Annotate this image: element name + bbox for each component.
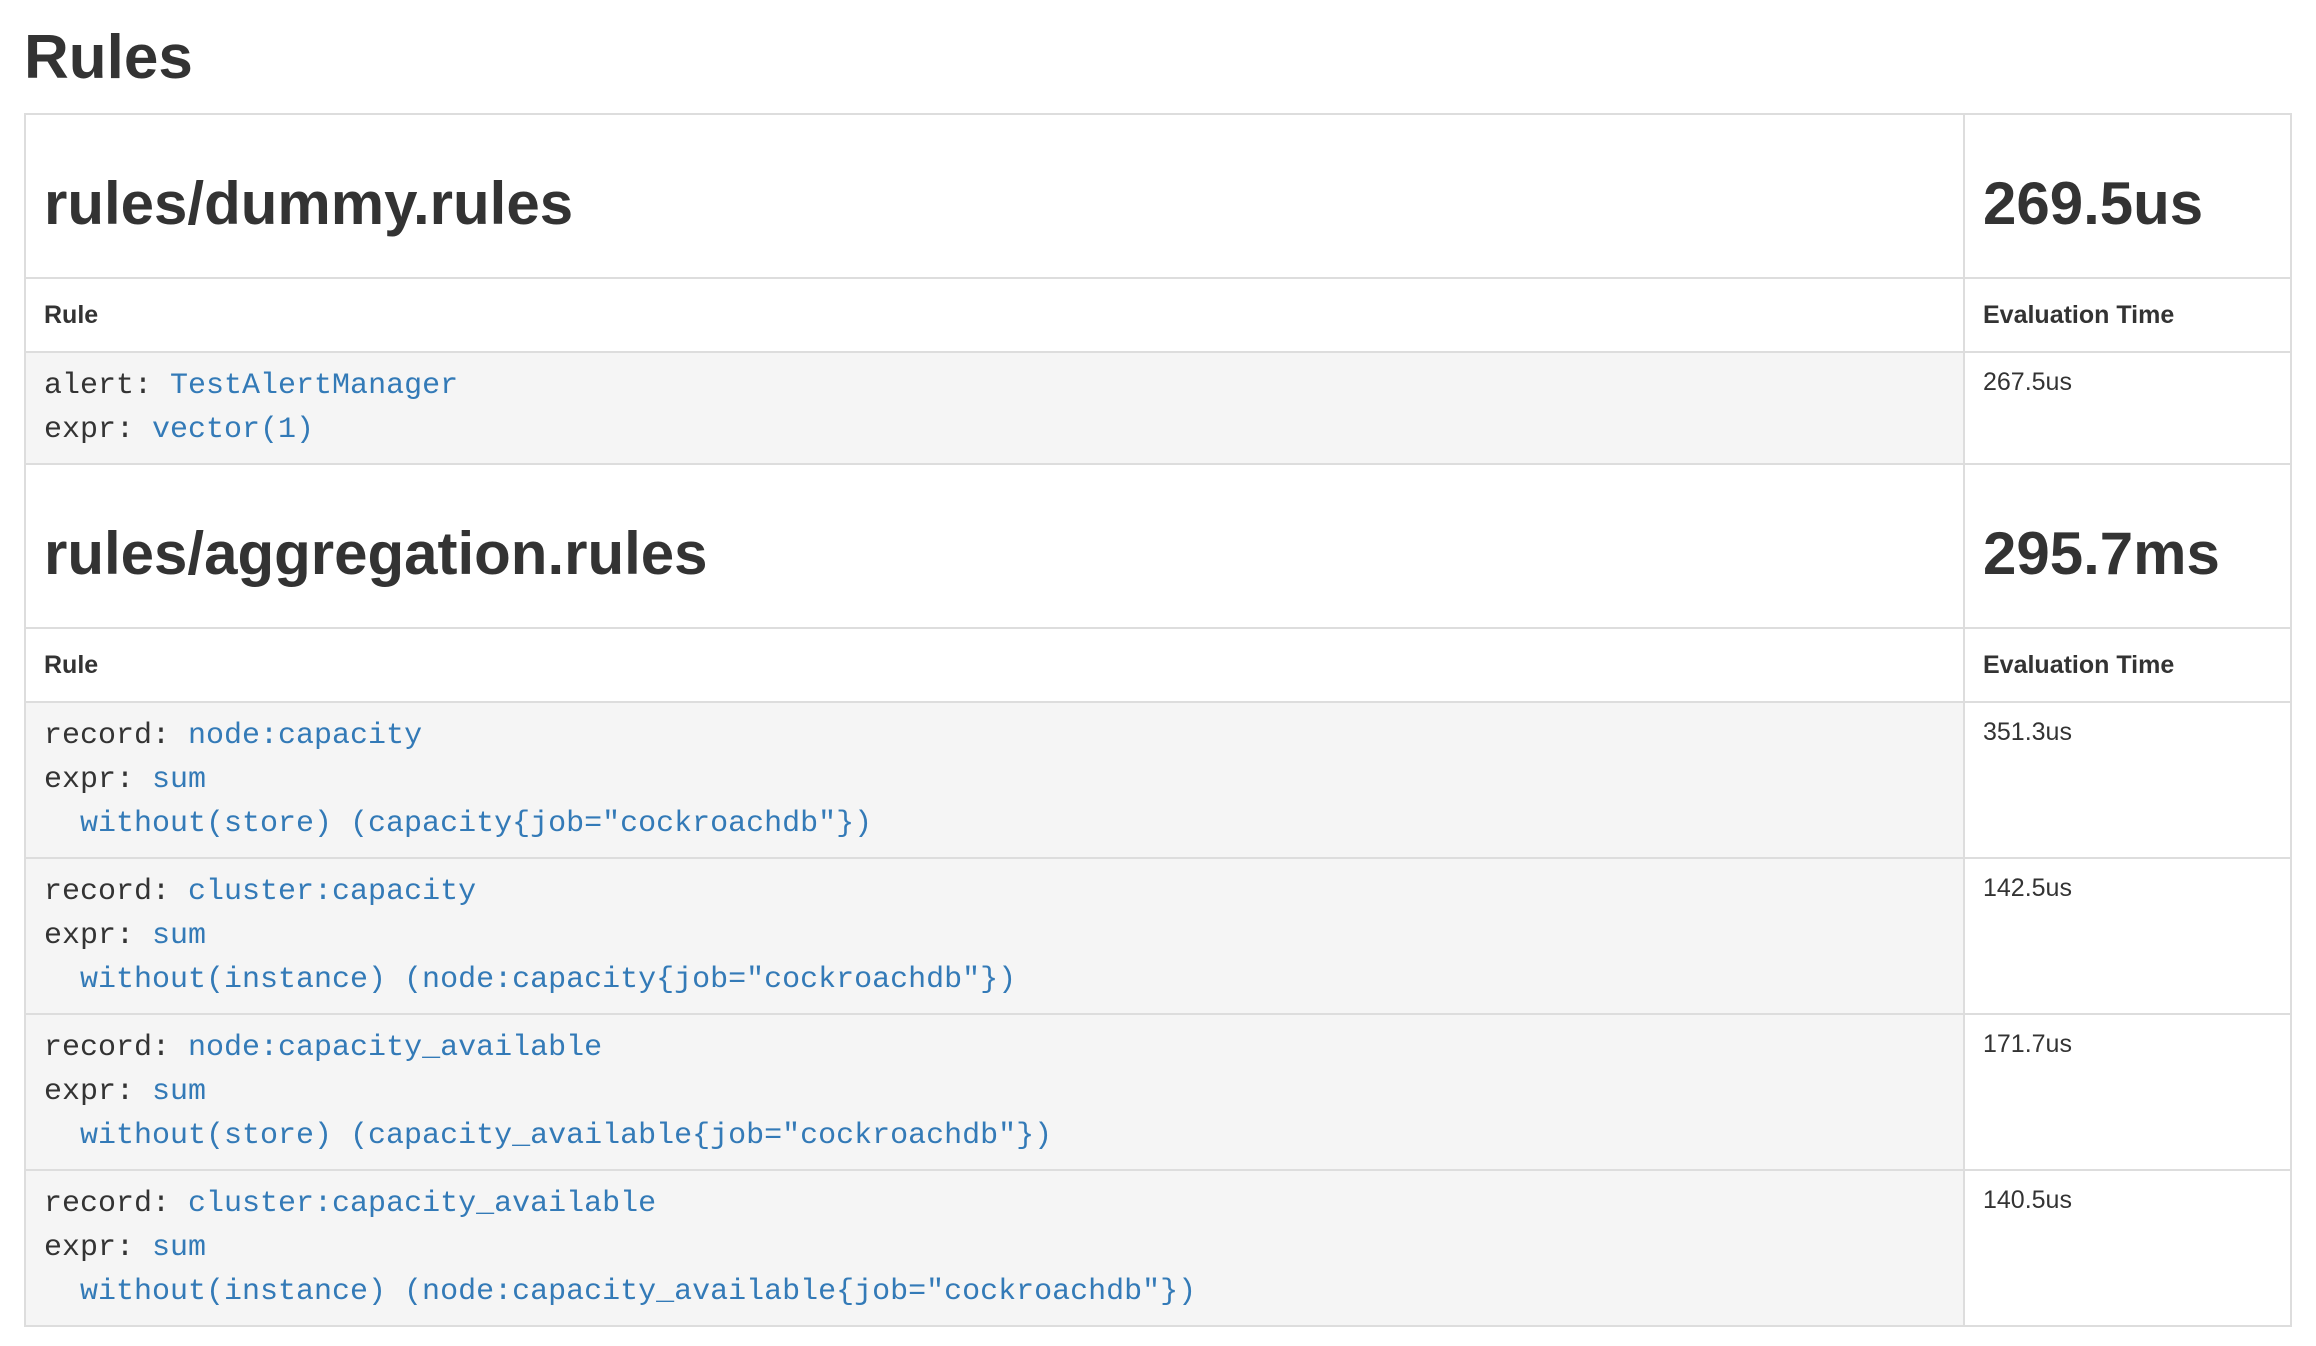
rule-row: record: cluster:capacity_available expr:…	[25, 1170, 2291, 1326]
group-eval-time-cell: 269.5us	[1964, 114, 2291, 278]
rules-table: rules/dummy.rules269.5usRuleEvaluation T…	[24, 113, 2292, 1327]
group-file-title: rules/aggregation.rules	[44, 521, 1945, 587]
group-eval-time-cell: 295.7ms	[1964, 464, 2291, 628]
rule-link[interactable]: node:capacity	[188, 719, 422, 753]
rule-cell: alert: TestAlertManager expr: vector(1)	[25, 352, 1964, 464]
page-title: Rules	[24, 24, 2292, 92]
col-header-rule: Rule	[25, 628, 1964, 702]
rule-eval-time-cell: 171.7us	[1964, 1014, 2291, 1170]
rule-code: alert: TestAlertManager expr: vector(1)	[26, 353, 1963, 463]
rule-code: record: cluster:capacity expr: sum witho…	[26, 859, 1963, 1013]
rule-link[interactable]: vector(1)	[152, 413, 314, 447]
rule-keyword: expr:	[44, 1231, 152, 1265]
rule-row: record: node:capacity_available expr: su…	[25, 1014, 2291, 1170]
group-eval-time: 269.5us	[1983, 171, 2272, 237]
rule-cell: record: cluster:capacity expr: sum witho…	[25, 858, 1964, 1014]
rule-link[interactable]: sum without(store) (capacity{job="cockro…	[44, 763, 872, 841]
rule-code: record: cluster:capacity_available expr:…	[26, 1171, 1963, 1325]
rule-keyword: expr:	[44, 413, 152, 447]
rules-table-wrap: rules/dummy.rules269.5usRuleEvaluation T…	[24, 113, 2292, 1327]
rule-code: record: node:capacity_available expr: su…	[26, 1015, 1963, 1169]
group-header-row: rules/dummy.rules 269.5us	[25, 114, 2291, 278]
group-eval-time: 295.7ms	[1983, 521, 2272, 587]
rule-link[interactable]: cluster:capacity	[188, 875, 476, 909]
rule-cell: record: node:capacity expr: sum without(…	[25, 702, 1964, 858]
rule-keyword: record:	[44, 719, 188, 753]
rule-link[interactable]: sum without(instance) (node:capacity_ava…	[44, 1231, 1196, 1309]
col-header-evaluation-time: Evaluation Time	[1964, 278, 2291, 352]
rule-cell: record: cluster:capacity_available expr:…	[25, 1170, 1964, 1326]
col-header-rule: Rule	[25, 278, 1964, 352]
rule-cell: record: node:capacity_available expr: su…	[25, 1014, 1964, 1170]
rule-eval-time-cell: 142.5us	[1964, 858, 2291, 1014]
col-header-evaluation-time: Evaluation Time	[1964, 628, 2291, 702]
rule-eval-time-cell: 140.5us	[1964, 1170, 2291, 1326]
rule-link[interactable]: node:capacity_available	[188, 1031, 602, 1065]
group-file-cell: rules/dummy.rules	[25, 114, 1964, 278]
rule-link[interactable]: sum without(store) (capacity_available{j…	[44, 1075, 1052, 1153]
rule-row: record: node:capacity expr: sum without(…	[25, 702, 2291, 858]
column-header-row: RuleEvaluation Time	[25, 628, 2291, 702]
rule-keyword: record:	[44, 875, 188, 909]
rule-keyword: record:	[44, 1031, 188, 1065]
rules-table-body: rules/dummy.rules269.5usRuleEvaluation T…	[25, 114, 2291, 1326]
rule-eval-time-cell: 351.3us	[1964, 702, 2291, 858]
rule-keyword: alert:	[44, 369, 170, 403]
rule-code: record: node:capacity expr: sum without(…	[26, 703, 1963, 857]
rule-keyword: expr:	[44, 763, 152, 797]
rule-row: record: cluster:capacity expr: sum witho…	[25, 858, 2291, 1014]
rule-link[interactable]: TestAlertManager	[170, 369, 458, 403]
rule-eval-time-cell: 267.5us	[1964, 352, 2291, 464]
rule-keyword: expr:	[44, 919, 152, 953]
rule-row: alert: TestAlertManager expr: vector(1)2…	[25, 352, 2291, 464]
column-header-row: RuleEvaluation Time	[25, 278, 2291, 352]
rule-link[interactable]: cluster:capacity_available	[188, 1187, 656, 1221]
group-header-row: rules/aggregation.rules 295.7ms	[25, 464, 2291, 628]
rule-link[interactable]: sum without(instance) (node:capacity{job…	[44, 919, 1016, 997]
rule-keyword: expr:	[44, 1075, 152, 1109]
group-file-cell: rules/aggregation.rules	[25, 464, 1964, 628]
rule-keyword: record:	[44, 1187, 188, 1221]
group-file-title: rules/dummy.rules	[44, 171, 1945, 237]
